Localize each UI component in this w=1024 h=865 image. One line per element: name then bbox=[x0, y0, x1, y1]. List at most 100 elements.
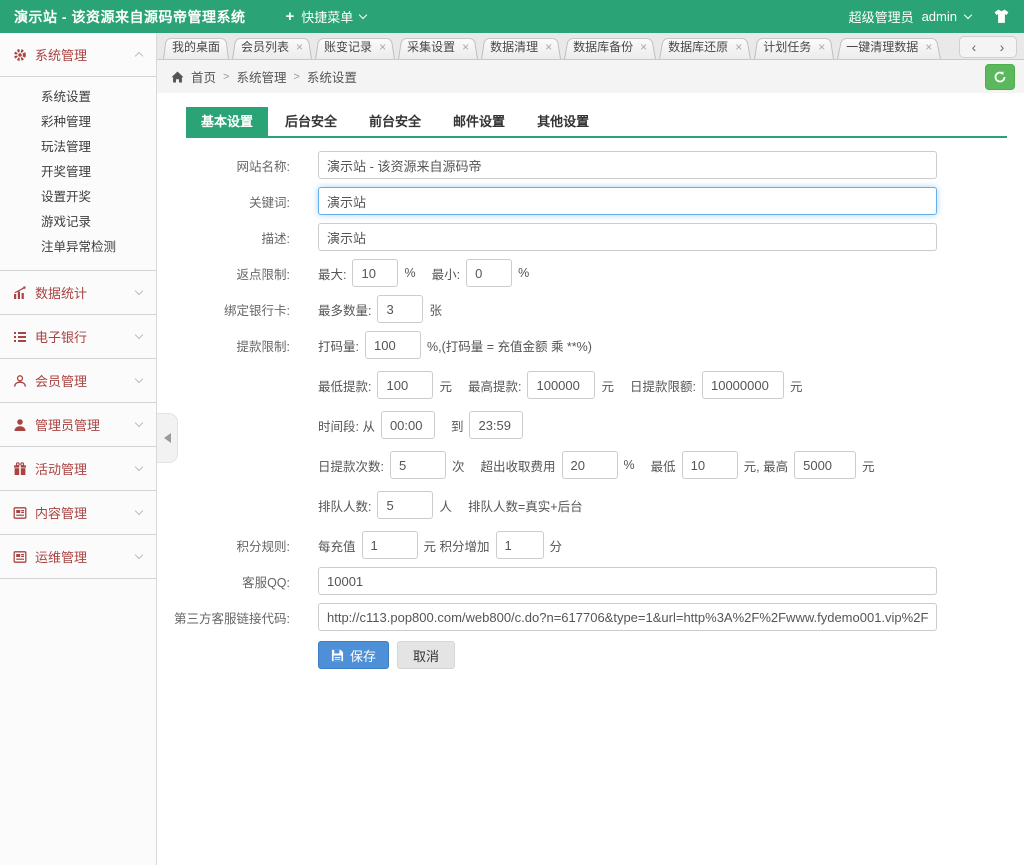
sidebar-item-label: 电子银行 bbox=[35, 327, 87, 346]
tab-data-clean[interactable]: 数据清理× bbox=[481, 36, 561, 59]
time-to-input[interactable] bbox=[469, 411, 523, 439]
sidebar-item-game-record[interactable]: 游戏记录 bbox=[0, 210, 156, 235]
sidebar-item-members[interactable]: 会员管理 bbox=[0, 359, 156, 403]
sidebar-group-system: 系统管理 系统设置 彩种管理 玩法管理 开奖管理 设置开奖 游戏记录 注单异常检… bbox=[0, 33, 156, 271]
save-button[interactable]: 保存 bbox=[318, 641, 389, 669]
sidebar-item-system[interactable]: 系统管理 bbox=[0, 33, 156, 77]
queue-label: 排队人数: bbox=[318, 496, 371, 515]
tab-scroll-prev-button[interactable]: ‹ bbox=[960, 37, 988, 57]
close-icon[interactable]: × bbox=[545, 40, 552, 54]
close-icon[interactable]: × bbox=[379, 40, 386, 54]
excess-fee-input[interactable] bbox=[562, 451, 618, 479]
sidebar-item-operations[interactable]: 运维管理 bbox=[0, 535, 156, 579]
withdraw-min-input[interactable] bbox=[377, 371, 433, 399]
tab-scheduled-tasks[interactable]: 计划任务× bbox=[754, 36, 834, 59]
gear-icon bbox=[13, 48, 31, 62]
form-row-description: 描述: bbox=[173, 223, 1007, 251]
tab-backend-security[interactable]: 后台安全 bbox=[270, 107, 352, 136]
header-user-area: 超级管理员 admin bbox=[849, 7, 1010, 26]
points-recharge-input[interactable] bbox=[362, 531, 418, 559]
tab-member-list[interactable]: 会员列表× bbox=[232, 36, 312, 59]
tab-frontend-security[interactable]: 前台安全 bbox=[354, 107, 436, 136]
tab-other-settings[interactable]: 其他设置 bbox=[522, 107, 604, 136]
breadcrumb-home[interactable]: 首页 bbox=[191, 67, 216, 86]
breadcrumb-level2: 系统设置 bbox=[307, 67, 357, 86]
quick-menu-button[interactable]: + 快捷菜单 bbox=[285, 7, 366, 26]
sidebar-item-lottery-manage[interactable]: 彩种管理 bbox=[0, 110, 156, 135]
chevron-down-icon bbox=[135, 507, 143, 515]
close-icon[interactable]: × bbox=[296, 40, 303, 54]
gift-icon bbox=[13, 462, 31, 476]
close-icon[interactable]: × bbox=[735, 40, 742, 54]
bank-card-label: 绑定银行卡: bbox=[173, 300, 318, 319]
tab-mail-settings[interactable]: 邮件设置 bbox=[438, 107, 520, 136]
sidebar-item-bet-anomaly[interactable]: 注单异常检测 bbox=[0, 235, 156, 260]
cancel-button[interactable]: 取消 bbox=[397, 641, 455, 669]
sidebar-item-statistics[interactable]: 数据统计 bbox=[0, 271, 156, 315]
service-qq-input[interactable] bbox=[318, 567, 937, 595]
form-row-withdraw-amounts: 最低提款: 元 最高提款: 元 日提款限额: 元 bbox=[173, 371, 1007, 399]
sidebar-item-admins[interactable]: 管理员管理 bbox=[0, 403, 156, 447]
basic-settings-form: 网站名称: 关键词: 描述: 返点限制: 最大: % 最小: % bbox=[173, 151, 1007, 669]
description-input[interactable] bbox=[318, 223, 937, 251]
withdraw-daily-input[interactable] bbox=[702, 371, 784, 399]
service-qq-label: 客服QQ: bbox=[173, 572, 318, 591]
username-menu[interactable]: admin bbox=[922, 9, 957, 24]
points-add-input[interactable] bbox=[496, 531, 544, 559]
theme-tshirt-icon[interactable] bbox=[993, 9, 1010, 24]
refresh-button[interactable] bbox=[985, 64, 1015, 90]
form-row-site-name: 网站名称: bbox=[173, 151, 1007, 179]
third-party-link-input[interactable] bbox=[318, 603, 937, 631]
queue-input[interactable] bbox=[377, 491, 433, 519]
list-icon bbox=[13, 330, 31, 344]
close-icon[interactable]: × bbox=[462, 40, 469, 54]
form-row-keywords: 关键词: bbox=[173, 187, 1007, 215]
tab-scroll-next-button[interactable]: › bbox=[988, 37, 1016, 57]
fee-between-label: 元, 最高 bbox=[744, 456, 788, 475]
sidebar-collapse-handle[interactable] bbox=[157, 413, 178, 463]
close-icon[interactable]: × bbox=[640, 40, 647, 54]
sidebar-item-draw-manage[interactable]: 开奖管理 bbox=[0, 160, 156, 185]
fee-max-unit: 元 bbox=[862, 456, 875, 475]
breadcrumb: 首页 > 系统管理 > 系统设置 bbox=[157, 60, 1024, 93]
rebate-min-input[interactable] bbox=[466, 259, 512, 287]
sidebar-item-system-settings[interactable]: 系统设置 bbox=[0, 85, 156, 110]
turnover-input[interactable] bbox=[365, 331, 421, 359]
tab-db-restore[interactable]: 数据库还原× bbox=[659, 36, 751, 59]
sidebar-item-label: 内容管理 bbox=[35, 503, 87, 522]
time-to-label: 到 bbox=[451, 416, 464, 435]
points-recharge-label: 每充值 bbox=[318, 536, 356, 555]
form-buttons: 保存 取消 bbox=[318, 641, 1007, 669]
rebate-max-input[interactable] bbox=[352, 259, 398, 287]
sidebar-item-label: 管理员管理 bbox=[35, 415, 100, 434]
withdraw-limit-label: 提款限制: bbox=[173, 336, 318, 355]
close-icon[interactable]: × bbox=[818, 40, 825, 54]
fee-min-input[interactable] bbox=[682, 451, 738, 479]
rebate-min-unit: % bbox=[518, 266, 529, 280]
sidebar: 系统管理 系统设置 彩种管理 玩法管理 开奖管理 设置开奖 游戏记录 注单异常检… bbox=[0, 33, 157, 865]
tab-basic-settings[interactable]: 基本设置 bbox=[186, 107, 268, 136]
bank-card-qty-input[interactable] bbox=[377, 295, 423, 323]
close-icon[interactable]: × bbox=[925, 40, 932, 54]
time-from-input[interactable] bbox=[381, 411, 435, 439]
withdraw-count-input[interactable] bbox=[390, 451, 446, 479]
site-name-input[interactable] bbox=[318, 151, 937, 179]
sidebar-item-contents[interactable]: 内容管理 bbox=[0, 491, 156, 535]
form-row-turnover: 提款限制: 打码量: %,(打码量 = 充值金额 乘 **%) bbox=[173, 331, 1007, 359]
chevron-up-icon bbox=[135, 52, 143, 60]
withdraw-max-input[interactable] bbox=[527, 371, 595, 399]
sidebar-item-draw-set[interactable]: 设置开奖 bbox=[0, 185, 156, 210]
keywords-input[interactable] bbox=[318, 187, 937, 215]
tab-collect-settings[interactable]: 采集设置× bbox=[398, 36, 478, 59]
sidebar-item-activities[interactable]: 活动管理 bbox=[0, 447, 156, 491]
tab-db-backup[interactable]: 数据库备份× bbox=[564, 36, 656, 59]
tab-my-desktop[interactable]: 我的桌面 bbox=[163, 36, 229, 59]
sidebar-item-ebank[interactable]: 电子银行 bbox=[0, 315, 156, 359]
form-row-rebate: 返点限制: 最大: % 最小: % bbox=[173, 259, 1007, 287]
tab-account-changes[interactable]: 账变记录× bbox=[315, 36, 395, 59]
fee-max-input[interactable] bbox=[794, 451, 856, 479]
quick-menu-label: 快捷菜单 bbox=[301, 7, 353, 26]
breadcrumb-level1[interactable]: 系统管理 bbox=[236, 67, 286, 86]
sidebar-item-play-manage[interactable]: 玩法管理 bbox=[0, 135, 156, 160]
tab-one-key-clean[interactable]: 一键清理数据× bbox=[837, 36, 941, 59]
